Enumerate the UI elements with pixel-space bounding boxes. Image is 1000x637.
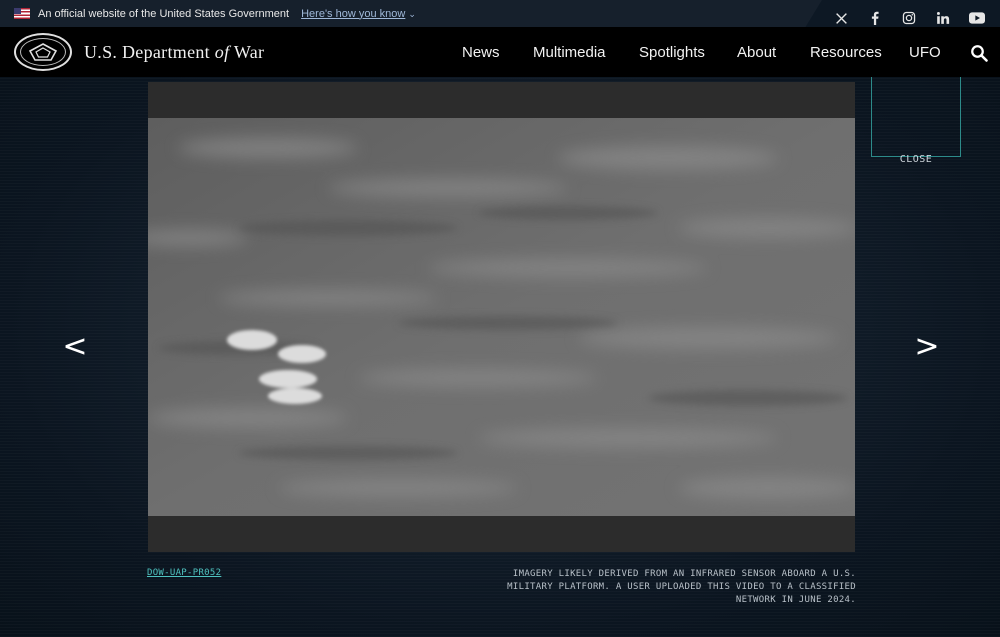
how-you-know-label: Here's how you know: [301, 7, 406, 20]
nav-news[interactable]: News: [462, 44, 500, 61]
us-flag-icon: [14, 8, 30, 19]
nav-about[interactable]: About: [737, 44, 776, 61]
close-button[interactable]: [871, 77, 961, 157]
site-title-suffix: War: [229, 41, 265, 62]
nav-resources[interactable]: Resources: [810, 44, 882, 61]
pentagon-emblem-icon: [20, 38, 66, 66]
caption-line: NETWORK IN JUNE 2024.: [735, 595, 856, 605]
infrared-footage-image: [148, 118, 855, 516]
site-title-of: of: [214, 41, 230, 62]
nav-ufo[interactable]: UFO: [909, 44, 941, 61]
pentagon-seal-logo[interactable]: [14, 33, 72, 71]
caption-line: IMAGERY LIKELY DERIVED FROM AN INFRARED …: [512, 569, 856, 579]
nav-multimedia[interactable]: Multimedia: [533, 44, 606, 61]
video-caption: IMAGERY LIKELY DERIVED FROM AN INFRARED …: [490, 568, 856, 607]
site-title-prefix: U.S. Department: [84, 41, 215, 62]
next-button[interactable]: >: [912, 330, 942, 364]
chevron-down-icon: ⌄: [408, 8, 416, 19]
infrared-video-frame[interactable]: [148, 118, 855, 516]
previous-button[interactable]: <: [60, 330, 90, 364]
clip-id-link[interactable]: DOW-UAP-PR052: [147, 568, 221, 578]
site-title[interactable]: U.S. Department of War: [84, 42, 264, 63]
close-label[interactable]: CLOSE: [871, 154, 961, 165]
nav-spotlights[interactable]: Spotlights: [639, 44, 705, 61]
how-you-know-link[interactable]: Here's how you know ⌄: [301, 8, 416, 20]
caption-line: MILITARY PLATFORM. A USER UPLOADED THIS …: [507, 582, 856, 592]
search-icon[interactable]: [970, 44, 988, 62]
official-site-text: An official website of the United States…: [38, 7, 290, 20]
main-header: U.S. Department of War News Multimedia S…: [0, 27, 1000, 77]
video-player[interactable]: [148, 82, 855, 552]
